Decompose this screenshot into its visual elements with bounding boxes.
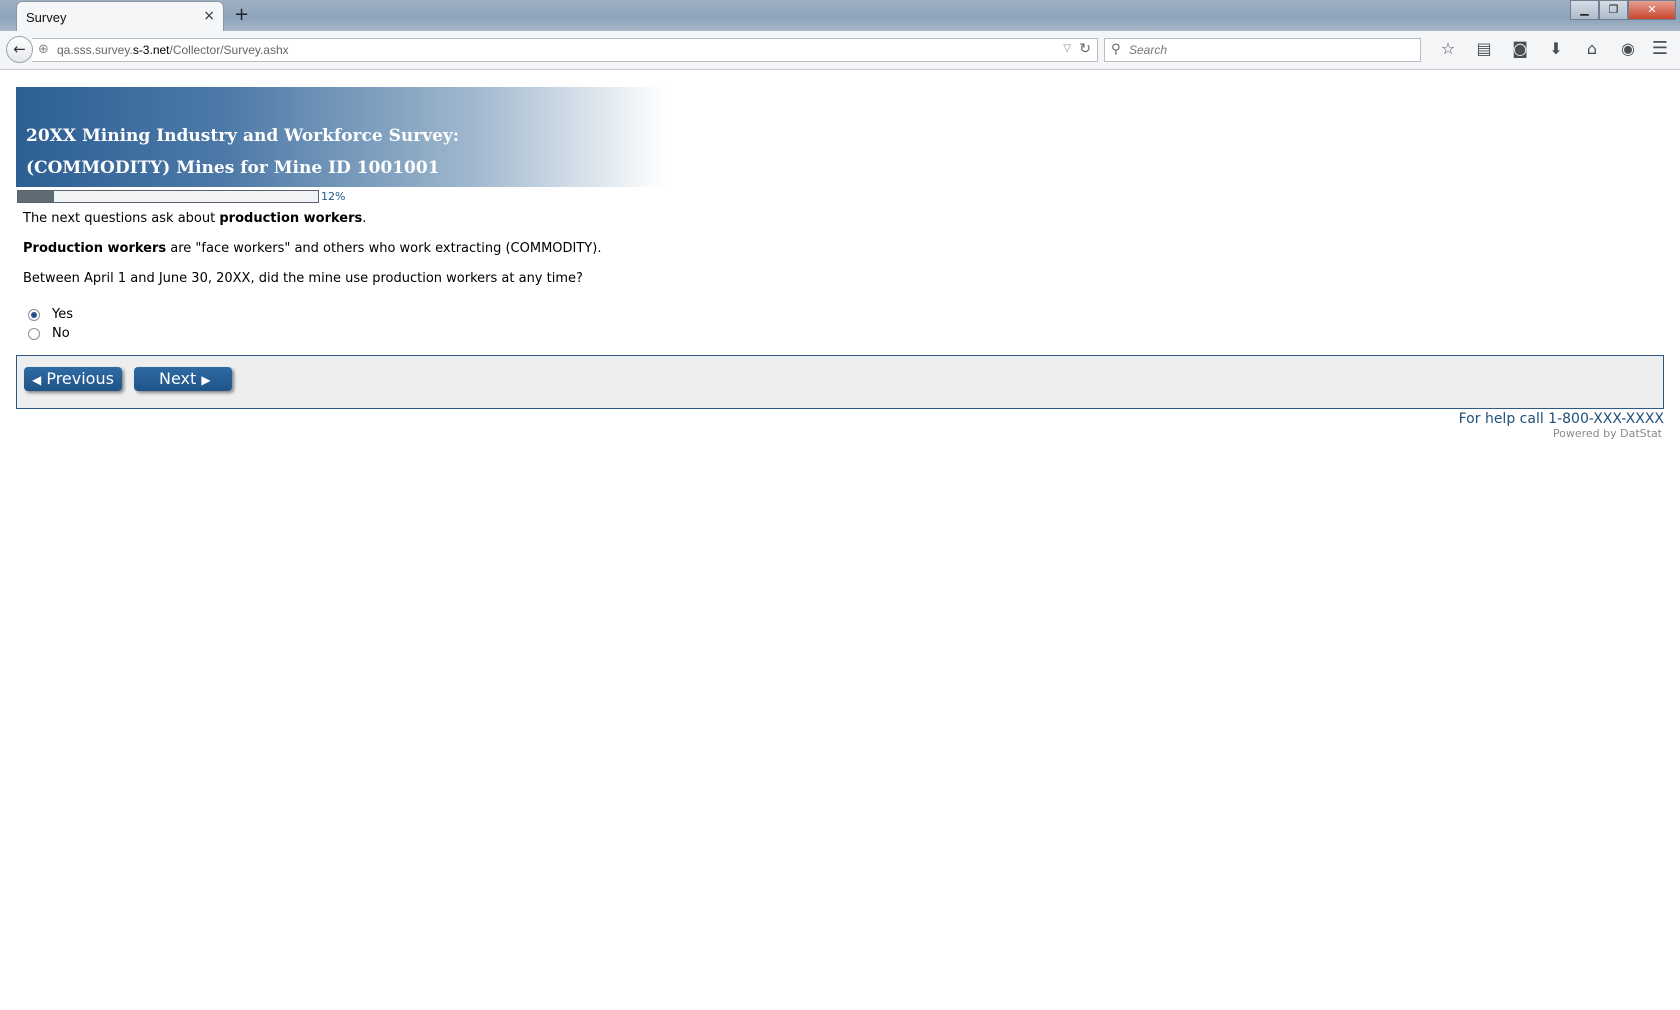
download-icon[interactable]: ⬇ (1538, 39, 1574, 58)
tab-title: Survey (26, 10, 67, 25)
url-host-prefix: qa.sss.survey. (57, 43, 133, 57)
right-triangle-icon: ▶ (201, 373, 211, 387)
answer-options: Yes No (28, 305, 1664, 343)
url-bar[interactable]: ⊕ qa.sss.survey.s-3.net/Collector/Survey… (32, 38, 1098, 62)
option-no[interactable]: No (28, 324, 1664, 343)
definition-text: are "face workers" and others who work e… (166, 241, 602, 256)
next-label: Next (159, 369, 197, 388)
new-tab-button[interactable]: + (234, 4, 249, 25)
hamburger-menu-icon[interactable]: ☰ (1652, 38, 1668, 59)
question-definition: Production workers are "face workers" an… (23, 241, 1664, 256)
powered-by: Powered by DatStat (1552, 427, 1662, 440)
navigation-panel: ◀ Previous Next ▶ (16, 355, 1664, 409)
next-button[interactable]: Next ▶ (134, 367, 232, 391)
browser-titlebar: Survey × + ▁ ❐ ✕ (0, 0, 1680, 32)
option-yes-label[interactable]: Yes (52, 307, 73, 322)
survey-page: 20XX Mining Industry and Workforce Surve… (16, 87, 1664, 440)
previous-button[interactable]: ◀ Previous (24, 367, 122, 391)
survey-title-line2: (COMMODITY) Mines for Mine ID 1001001 (26, 158, 440, 178)
survey-header-banner: 20XX Mining Industry and Workforce Surve… (16, 87, 666, 187)
pocket-icon[interactable]: ◙ (1502, 39, 1538, 58)
back-button[interactable]: ← (6, 36, 33, 63)
restore-button[interactable]: ❐ (1599, 0, 1628, 20)
toolbar-icons: ☆ ▤ ◙ ⬇ ⌂ ◉ (1430, 39, 1646, 58)
url-path: /Collector/Survey.ashx (169, 43, 289, 57)
site-identity-icon[interactable]: ⊕ (38, 42, 49, 57)
progress-bar: 12% (16, 188, 1664, 206)
progress-track (17, 190, 319, 203)
option-no-label[interactable]: No (52, 326, 70, 341)
search-placeholder: Search (1129, 43, 1168, 57)
tab-close-icon[interactable]: × (203, 8, 215, 24)
browser-tab-survey[interactable]: Survey × (16, 1, 224, 32)
question-intro: The next questions ask about production … (23, 211, 1664, 226)
url-text: qa.sss.survey.s-3.net/Collector/Survey.a… (57, 43, 289, 57)
progress-label: 12% (321, 190, 346, 203)
window-controls: ▁ ❐ ✕ (1570, 0, 1676, 20)
definition-bold-term: Production workers (23, 241, 167, 256)
search-icon: ⚲ (1111, 42, 1121, 57)
radio-no[interactable] (28, 327, 40, 340)
bookmarks-list-icon[interactable]: ▤ (1466, 39, 1502, 58)
radio-yes[interactable] (28, 308, 40, 321)
url-host-domain: s-3.net (132, 43, 170, 57)
bookmark-star-icon[interactable]: ☆ (1430, 39, 1466, 58)
survey-title-line1: 20XX Mining Industry and Workforce Surve… (26, 126, 460, 146)
reload-icon[interactable]: ↻ (1079, 41, 1091, 57)
progress-fill (18, 191, 54, 202)
previous-label: Previous (46, 369, 114, 388)
home-icon[interactable]: ⌂ (1574, 39, 1610, 58)
chat-icon[interactable]: ◉ (1610, 39, 1646, 58)
back-arrow-icon: ← (13, 40, 26, 58)
minimize-button[interactable]: ▁ (1570, 0, 1599, 20)
intro-text: The next questions ask about (23, 211, 220, 226)
left-triangle-icon: ◀ (32, 373, 42, 387)
help-text: For help call 1-800-XXX-XXXX (1458, 411, 1664, 427)
close-window-button[interactable]: ✕ (1628, 0, 1676, 20)
url-dropdown-icon[interactable]: ▽ (1063, 43, 1071, 54)
option-yes[interactable]: Yes (28, 305, 1664, 324)
browser-navbar: ⊕ qa.sss.survey.s-3.net/Collector/Survey… (0, 31, 1680, 70)
search-bar[interactable]: ⚲ Search (1104, 38, 1421, 62)
question-text: Between April 1 and June 30, 20XX, did t… (23, 271, 583, 286)
intro-bold-term: production workers (219, 211, 363, 226)
intro-end: . (362, 211, 367, 226)
